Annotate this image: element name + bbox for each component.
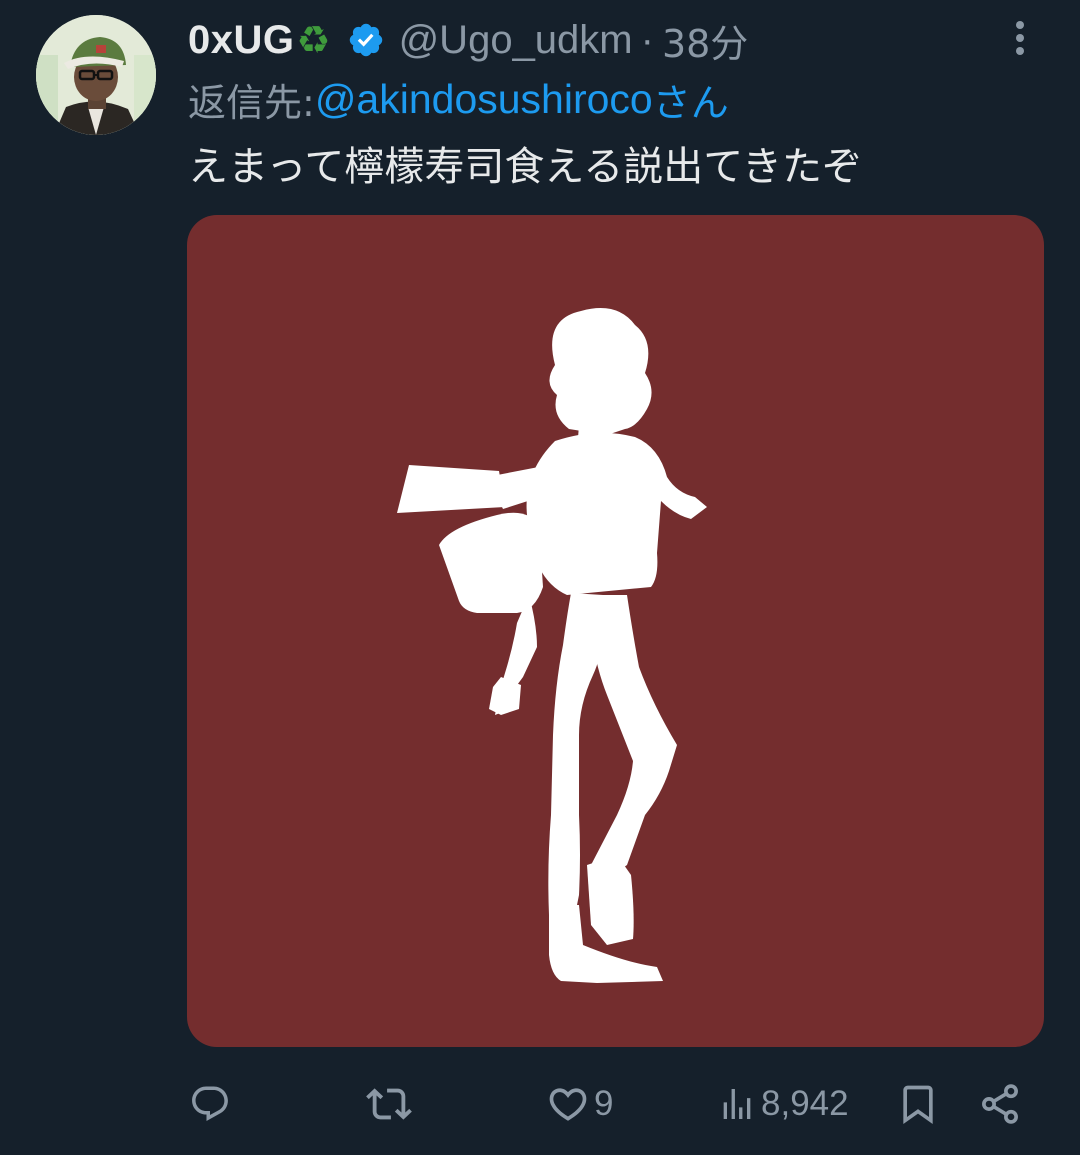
reply-icon xyxy=(192,1086,228,1121)
avatar[interactable] xyxy=(36,15,156,135)
share-icon xyxy=(982,1084,1018,1124)
reply-label: 返信先: xyxy=(188,80,315,125)
reply-to-user-link[interactable]: @akindosushiroco xyxy=(315,76,653,123)
recycle-emoji-icon: ♻ xyxy=(296,18,331,62)
tweet-timestamp[interactable]: 38分 xyxy=(662,13,748,68)
author-handle[interactable]: @Ugo_udkm xyxy=(399,18,633,63)
retweet-button[interactable] xyxy=(366,1074,416,1134)
display-name[interactable]: 0xUG xyxy=(188,18,295,63)
header-separator: · xyxy=(640,17,654,62)
tweet-header: 0xUG ♻ @Ugo_udkm · 38分 xyxy=(188,14,748,66)
views-icon xyxy=(723,1089,751,1119)
silhouette-figure-image xyxy=(397,308,707,983)
reply-context: 返信先: @akindosushiroco さん xyxy=(188,72,729,126)
tweet-media-image[interactable] xyxy=(187,215,1044,1047)
views-button[interactable]: 8,942 xyxy=(717,1074,849,1134)
more-options-button[interactable] xyxy=(1005,18,1035,58)
bookmark-icon xyxy=(903,1085,933,1125)
reply-to-suffix[interactable]: さん xyxy=(653,72,729,127)
tweet-text: えまって檸檬寿司食える説出てきたぞ xyxy=(188,144,862,190)
like-count: 9 xyxy=(594,1084,614,1123)
more-vertical-icon xyxy=(1016,21,1024,55)
bookmark-button[interactable] xyxy=(896,1074,940,1134)
reply-button[interactable] xyxy=(189,1074,235,1134)
tweet-action-bar: 9 8,942 xyxy=(0,1074,1080,1134)
verified-badge-icon xyxy=(347,21,385,59)
heart-icon xyxy=(549,1088,587,1121)
share-button[interactable] xyxy=(978,1074,1022,1134)
views-count: 8,942 xyxy=(761,1084,849,1123)
avatar-image xyxy=(36,15,156,135)
like-button[interactable]: 9 xyxy=(546,1074,613,1134)
retweet-icon xyxy=(366,1088,412,1120)
